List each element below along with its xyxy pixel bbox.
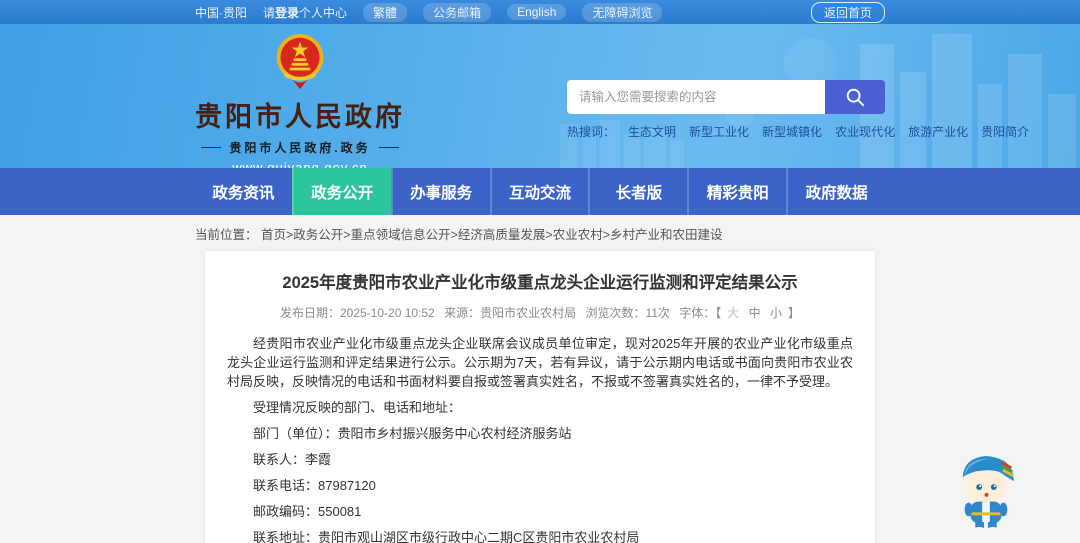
search-input[interactable] <box>567 80 825 114</box>
paragraph-postcode: 邮政编码：550081 <box>253 504 362 519</box>
back-home-button[interactable]: 返回首页 <box>810 1 885 23</box>
hot-word-2[interactable]: 新型城镇化 <box>762 123 822 140</box>
national-emblem-icon <box>276 34 324 90</box>
paragraph-address: 联系地址：贵阳市观山湖区市级行政中心二期C区贵阳市农业农村局 <box>253 530 640 543</box>
nav-tab-news[interactable]: 政务资讯 <box>195 168 292 215</box>
login-prefix: 请 <box>263 5 276 20</box>
search-button[interactable] <box>825 80 885 114</box>
font-size-medium-button[interactable]: 中 <box>749 306 761 320</box>
official-mail-link[interactable]: 公务邮箱 <box>423 2 492 22</box>
nav-tab-data[interactable]: 政府数据 <box>786 168 885 215</box>
hot-word-5[interactable]: 贵阳简介 <box>981 123 1029 140</box>
login-link[interactable]: 请登录个人中心 <box>263 4 347 21</box>
article-body: 经贵阳市农业产业化市级重点龙头企业联席会议成员单位审定，现对2025年开展的农业… <box>227 334 853 543</box>
main-navigation: 政务资讯 政务公开 办事服务 互动交流 长者版 精彩贵阳 政府数据 <box>0 168 1080 215</box>
font-size-label: 字体：【 <box>679 306 722 320</box>
hot-search-label: 热搜词： <box>567 125 616 139</box>
region-link[interactable]: 中国·贵阳 <box>195 4 247 21</box>
traditional-chinese-link[interactable]: 繁體 <box>363 2 408 22</box>
nav-tab-highlights[interactable]: 精彩贵阳 <box>687 168 786 215</box>
paragraph-announcement: 经贵阳市农业产业化市级重点龙头企业联席会议成员单位审定，现对2025年开展的农业… <box>227 336 853 389</box>
nav-tab-disclosure[interactable]: 政务公开 <box>291 168 391 215</box>
site-banner: 贵阳市人民政府 贵阳市人民政府.政务 www.guiyang.gov.cn 热搜… <box>0 24 1080 168</box>
accessibility-link[interactable]: 无障碍浏览 <box>582 2 663 22</box>
site-subtitle: 贵阳市人民政府.政务 <box>201 139 398 156</box>
article-meta: 发布日期：2025-10-20 10:52 来源：贵阳市农业农村局 浏览次数：1… <box>227 304 853 321</box>
top-utility-bar: 中国·贵阳 请登录个人中心 繁體 公务邮箱 English 无障碍浏览 返回首页 <box>0 0 1080 24</box>
login-suffix: 个人中心 <box>299 5 348 20</box>
breadcrumb-path[interactable]: 首页>政务公开>重点领域信息公开>经济高质量发展>农业农村>乡村产业和农田建设 <box>261 228 723 242</box>
hot-search-bar: 热搜词： 生态文明 新型工业化 新型城镇化 农业现代化 旅游产业化 贵阳简介 <box>567 123 1029 140</box>
mascot-icon <box>954 456 1018 533</box>
hot-word-4[interactable]: 旅游产业化 <box>908 123 968 140</box>
font-size-large-button[interactable]: 大 <box>727 306 739 320</box>
site-title: 贵阳市人民政府 <box>195 102 405 132</box>
assistant-mascot[interactable] <box>952 446 1020 539</box>
publish-date: 发布日期：2025-10-20 10:52 <box>279 306 435 320</box>
hot-word-3[interactable]: 农业现代化 <box>835 123 895 140</box>
paragraph-phone: 联系电话：87987120 <box>253 478 376 493</box>
font-size-small-button[interactable]: 小 <box>770 306 782 320</box>
paragraph-department: 部门（单位）：贵阳市乡村振兴服务中心农村经济服务站 <box>253 426 572 441</box>
hot-word-0[interactable]: 生态文明 <box>628 123 676 140</box>
hot-word-1[interactable]: 新型工业化 <box>689 123 749 140</box>
breadcrumb: 当前位置： 首页>政务公开>重点领域信息公开>经济高质量发展>农业农村>乡村产业… <box>195 215 885 251</box>
nav-tab-senior[interactable]: 长者版 <box>588 168 687 215</box>
view-count: 浏览次数：11次 <box>585 306 670 320</box>
site-logo[interactable]: 贵阳市人民政府 贵阳市人民政府.政务 www.guiyang.gov.cn <box>195 24 405 168</box>
source: 来源：贵阳市农业农村局 <box>444 306 577 320</box>
font-size-label-close: 】 <box>788 306 801 320</box>
login-bold[interactable]: 登录 <box>275 6 299 20</box>
nav-tab-interaction[interactable]: 互动交流 <box>489 168 589 215</box>
article-title: 2025年度贵阳市农业产业化市级重点龙头企业运行监测和评定结果公示 <box>282 274 798 292</box>
paragraph-contact-person: 联系人：李霞 <box>253 452 332 467</box>
article-card: 2025年度贵阳市农业产业化市级重点龙头企业运行监测和评定结果公示 发布日期：2… <box>205 251 875 543</box>
nav-tab-services[interactable]: 办事服务 <box>390 168 490 215</box>
english-link[interactable]: English <box>507 4 567 20</box>
site-url: www.guiyang.gov.cn <box>232 160 368 168</box>
paragraph-contact-intro: 受理情况反映的部门、电话和地址： <box>253 400 462 415</box>
search-icon <box>846 88 865 107</box>
breadcrumb-label: 当前位置： <box>195 228 258 242</box>
